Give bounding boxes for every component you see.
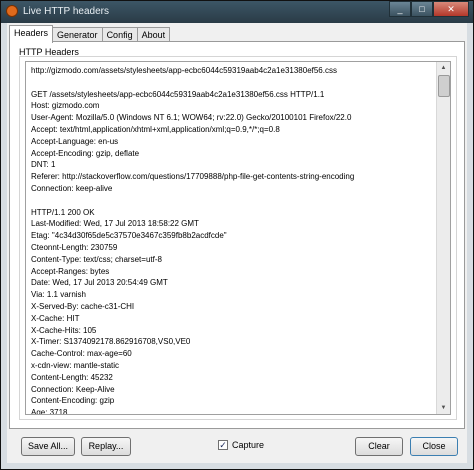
close-button[interactable]: Close: [410, 437, 458, 456]
tab-headers[interactable]: Headers: [9, 25, 54, 43]
header-line: User-Agent: Mozilla/5.0 (Windows NT 6.1;…: [31, 113, 352, 123]
header-line: Content-Encoding: gzip: [31, 396, 115, 406]
header-line: Via: 1.1 varnish: [31, 290, 86, 300]
header-line: X-Timer: S1374092178.862916708,VS0,VE0: [31, 337, 191, 347]
firefox-icon: [6, 5, 18, 17]
header-line: [31, 195, 434, 207]
header-line: Connection: Keep-Alive: [31, 384, 115, 394]
button-bar: Save All... Replay... ✓ Capture Clear Cl…: [7, 429, 467, 463]
header-line: DNT: 1: [31, 160, 56, 170]
header-line: X-Cache-Hits: 105: [31, 325, 97, 335]
header-line: x-cdn-view: mantle-static: [31, 360, 120, 370]
header-line: Last-Modified: Wed, 17 Jul 2013 18:58:22…: [31, 219, 199, 229]
replay-button[interactable]: Replay...: [81, 437, 131, 456]
live-http-headers-window: Live HTTP headers _ □ ✕ Headers Generato…: [0, 0, 474, 470]
header-lines: http://gizmodo.com/assets/stylesheets/ap…: [31, 65, 434, 415]
save-all-button[interactable]: Save All...: [21, 437, 75, 456]
vertical-scrollbar[interactable]: ▲ ▼: [436, 62, 450, 414]
header-line: [31, 77, 434, 89]
header-line: Accept-Ranges: bytes: [31, 266, 110, 276]
scrollbar-thumb[interactable]: [438, 75, 450, 97]
header-line: Accept-Encoding: gzip, deflate: [31, 148, 140, 158]
header-line: X-Served-By: cache-c31-CHI: [31, 301, 135, 311]
header-line: Accept-Language: en-us: [31, 136, 119, 146]
close-icon[interactable]: ✕: [433, 1, 469, 17]
clear-button[interactable]: Clear: [355, 437, 403, 456]
maximize-icon[interactable]: □: [411, 1, 433, 17]
dialog-client-area: Headers Generator Config About HTTP Head…: [7, 23, 467, 463]
arrow-up-icon[interactable]: ▲: [437, 62, 450, 74]
title-bar[interactable]: Live HTTP headers _ □ ✕: [1, 1, 473, 23]
header-line: HTTP/1.1 200 OK: [31, 207, 95, 217]
header-line: Cache-Control: max-age=60: [31, 349, 132, 359]
header-line: Date: Wed, 17 Jul 2013 20:54:49 GMT: [31, 278, 168, 288]
arrow-down-icon[interactable]: ▼: [437, 402, 450, 414]
capture-checkbox[interactable]: ✓ Capture: [218, 440, 264, 450]
caption-buttons: _ □ ✕: [389, 1, 469, 19]
header-line: Referer: http://stackoverflow.com/questi…: [31, 172, 355, 182]
header-line: Connection: keep-alive: [31, 183, 113, 193]
checkbox-check-icon[interactable]: ✓: [218, 440, 228, 450]
header-line: Content-Length: 45232: [31, 372, 113, 382]
header-line: GET /assets/stylesheets/app-ecbc6044c593…: [31, 89, 325, 99]
header-line: Accept: text/html,application/xhtml+xml,…: [31, 124, 280, 134]
capture-label: Capture: [232, 440, 265, 450]
header-line: Age: 3718: [31, 408, 68, 415]
minimize-icon[interactable]: _: [389, 1, 411, 17]
header-line: Cteonnt-Length: 230759: [31, 242, 118, 252]
header-line: Content-Type: text/css; charset=utf-8: [31, 254, 162, 264]
headers-panel: HTTP Headers http://gizmodo.com/assets/s…: [9, 41, 465, 429]
header-line: http://gizmodo.com/assets/stylesheets/ap…: [31, 66, 337, 75]
window-title: Live HTTP headers: [23, 6, 109, 17]
tab-strip: Headers Generator Config About: [9, 25, 171, 43]
header-line: X-Cache: HIT: [31, 313, 80, 323]
headers-textarea[interactable]: http://gizmodo.com/assets/stylesheets/ap…: [25, 61, 451, 415]
header-line: Host: gizmodo.com: [31, 101, 100, 111]
http-headers-group: http://gizmodo.com/assets/stylesheets/ap…: [19, 56, 457, 420]
header-line: Etag: "4c34d30f65de5c37570e3467c359fb8b2…: [31, 231, 227, 241]
